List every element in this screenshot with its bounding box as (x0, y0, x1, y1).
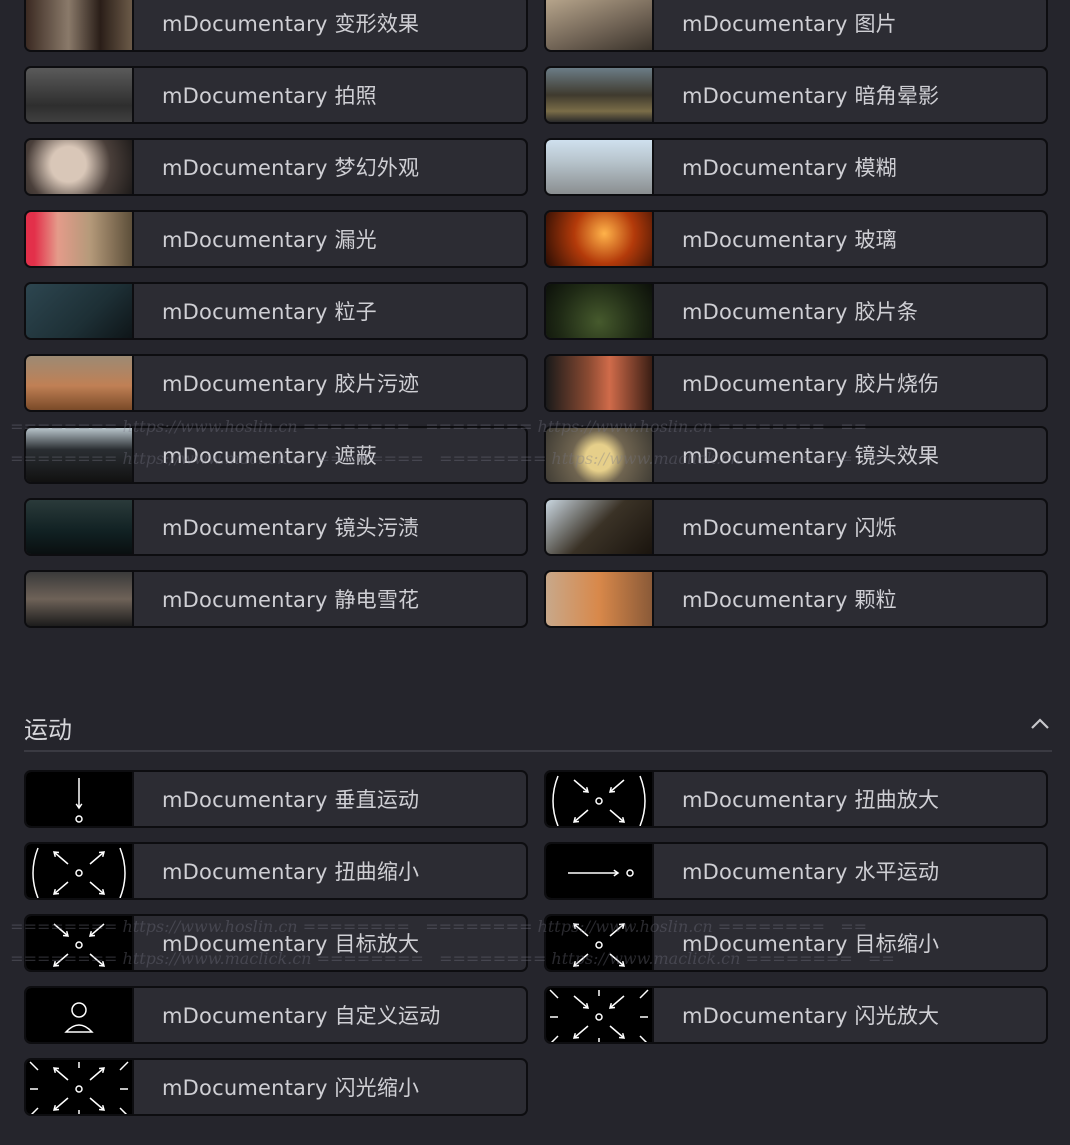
preset-thumbnail (26, 500, 134, 554)
preset-label: mDocumentary 闪烁 (682, 516, 897, 540)
preset-label: mDocumentary 胶片烧伤 (682, 372, 940, 396)
preset-label: mDocumentary 梦幻外观 (162, 156, 420, 180)
preset-thumbnail (546, 0, 654, 50)
preset-thumbnail (26, 284, 134, 338)
chevron-up-icon[interactable] (1028, 712, 1052, 736)
motion-preset-card[interactable]: mDocumentary 扭曲放大 (544, 770, 1048, 828)
preset-thumbnail (26, 0, 134, 50)
preset-label: mDocumentary 扭曲放大 (682, 788, 940, 812)
motion-section-header[interactable]: 运动 (24, 704, 1052, 752)
effect-preset-card[interactable]: mDocumentary 静电雪花 (24, 570, 528, 628)
preset-label: mDocumentary 垂直运动 (162, 788, 420, 812)
motion-preset-card[interactable]: mDocumentary 扭曲缩小 (24, 842, 528, 900)
preset-label: mDocumentary 胶片污迹 (162, 372, 420, 396)
target-out-icon (546, 916, 654, 970)
flash-in-icon (546, 988, 654, 1042)
preset-label: mDocumentary 暗角晕影 (682, 84, 940, 108)
preset-thumbnail (26, 572, 134, 626)
preset-label: mDocumentary 闪光缩小 (162, 1076, 420, 1100)
motion-preset-card[interactable]: mDocumentary 水平运动 (544, 842, 1048, 900)
horizontal-arrow-icon (546, 844, 654, 898)
preset-thumbnail (546, 284, 654, 338)
preset-label: mDocumentary 玻璃 (682, 228, 897, 252)
flash-out-icon (26, 1060, 134, 1114)
preset-label: mDocumentary 漏光 (162, 228, 377, 252)
motion-preset-card[interactable]: mDocumentary 目标缩小 (544, 914, 1048, 972)
preset-thumbnail (26, 428, 134, 482)
preset-thumbnail (546, 500, 654, 554)
effect-preset-card[interactable]: mDocumentary 镜头污渍 (24, 498, 528, 556)
preset-thumbnail (26, 140, 134, 194)
motion-preset-card[interactable]: mDocumentary 闪光缩小 (24, 1058, 528, 1116)
preset-label: mDocumentary 水平运动 (682, 860, 940, 884)
motion-grid: mDocumentary 垂直运动 mDocumentary 扭曲放大 mDocum… (24, 770, 1048, 1116)
target-in-icon (26, 916, 134, 970)
effect-preset-card[interactable]: mDocumentary 粒子 (24, 282, 528, 340)
preset-label: mDocumentary 自定义运动 (162, 1004, 441, 1028)
preset-label: mDocumentary 变形效果 (162, 12, 420, 36)
preset-label: mDocumentary 模糊 (682, 156, 897, 180)
effect-preset-card[interactable]: mDocumentary 图片 (544, 0, 1048, 52)
preset-thumbnail (546, 356, 654, 410)
effect-preset-card[interactable]: mDocumentary 暗角晕影 (544, 66, 1048, 124)
effect-preset-card[interactable]: mDocumentary 模糊 (544, 138, 1048, 196)
preset-label: mDocumentary 遮蔽 (162, 444, 377, 468)
preset-label: mDocumentary 胶片条 (682, 300, 919, 324)
preset-label: mDocumentary 镜头效果 (682, 444, 940, 468)
effect-preset-card[interactable]: mDocumentary 玻璃 (544, 210, 1048, 268)
preset-thumbnail (546, 140, 654, 194)
effect-preset-card[interactable]: mDocumentary 胶片烧伤 (544, 354, 1048, 412)
effect-preset-card[interactable]: mDocumentary 遮蔽 (24, 426, 528, 484)
preset-label: mDocumentary 目标放大 (162, 932, 420, 956)
preset-label: mDocumentary 静电雪花 (162, 588, 420, 612)
effect-preset-card[interactable]: mDocumentary 变形效果 (24, 0, 528, 52)
section-title: 运动 (24, 716, 72, 744)
effect-preset-card[interactable]: mDocumentary 拍照 (24, 66, 528, 124)
vertical-arrow-icon (26, 772, 134, 826)
preset-label: mDocumentary 粒子 (162, 300, 377, 324)
preset-label: mDocumentary 闪光放大 (682, 1004, 940, 1028)
effect-preset-card[interactable]: mDocumentary 闪烁 (544, 498, 1048, 556)
preset-thumbnail (546, 68, 654, 122)
motion-preset-card[interactable]: mDocumentary 自定义运动 (24, 986, 528, 1044)
motion-preset-card[interactable]: mDocumentary 目标放大 (24, 914, 528, 972)
preset-thumbnail (26, 212, 134, 266)
preset-thumbnail (26, 68, 134, 122)
effect-preset-card[interactable]: mDocumentary 镜头效果 (544, 426, 1048, 484)
preset-thumbnail (26, 356, 134, 410)
preset-thumbnail (546, 212, 654, 266)
effect-preset-card[interactable]: mDocumentary 胶片条 (544, 282, 1048, 340)
preset-label: mDocumentary 颗粒 (682, 588, 897, 612)
preset-label: mDocumentary 扭曲缩小 (162, 860, 420, 884)
preset-thumbnail (546, 428, 654, 482)
preset-label: mDocumentary 图片 (682, 12, 897, 36)
effect-preset-card[interactable]: mDocumentary 胶片污迹 (24, 354, 528, 412)
warp-in-icon (546, 772, 654, 826)
warp-out-icon (26, 844, 134, 898)
effect-preset-card[interactable]: mDocumentary 漏光 (24, 210, 528, 268)
effects-grid: mDocumentary 变形效果 mDocumentary 图片 mDocumen… (24, 0, 1048, 628)
effect-preset-card[interactable]: mDocumentary 颗粒 (544, 570, 1048, 628)
effect-preset-card[interactable]: mDocumentary 梦幻外观 (24, 138, 528, 196)
preset-label: mDocumentary 拍照 (162, 84, 377, 108)
motion-preset-card[interactable]: mDocumentary 闪光放大 (544, 986, 1048, 1044)
preset-label: mDocumentary 镜头污渍 (162, 516, 420, 540)
person-icon (26, 988, 134, 1042)
preset-label: mDocumentary 目标缩小 (682, 932, 940, 956)
motion-preset-card[interactable]: mDocumentary 垂直运动 (24, 770, 528, 828)
preset-thumbnail (546, 572, 654, 626)
